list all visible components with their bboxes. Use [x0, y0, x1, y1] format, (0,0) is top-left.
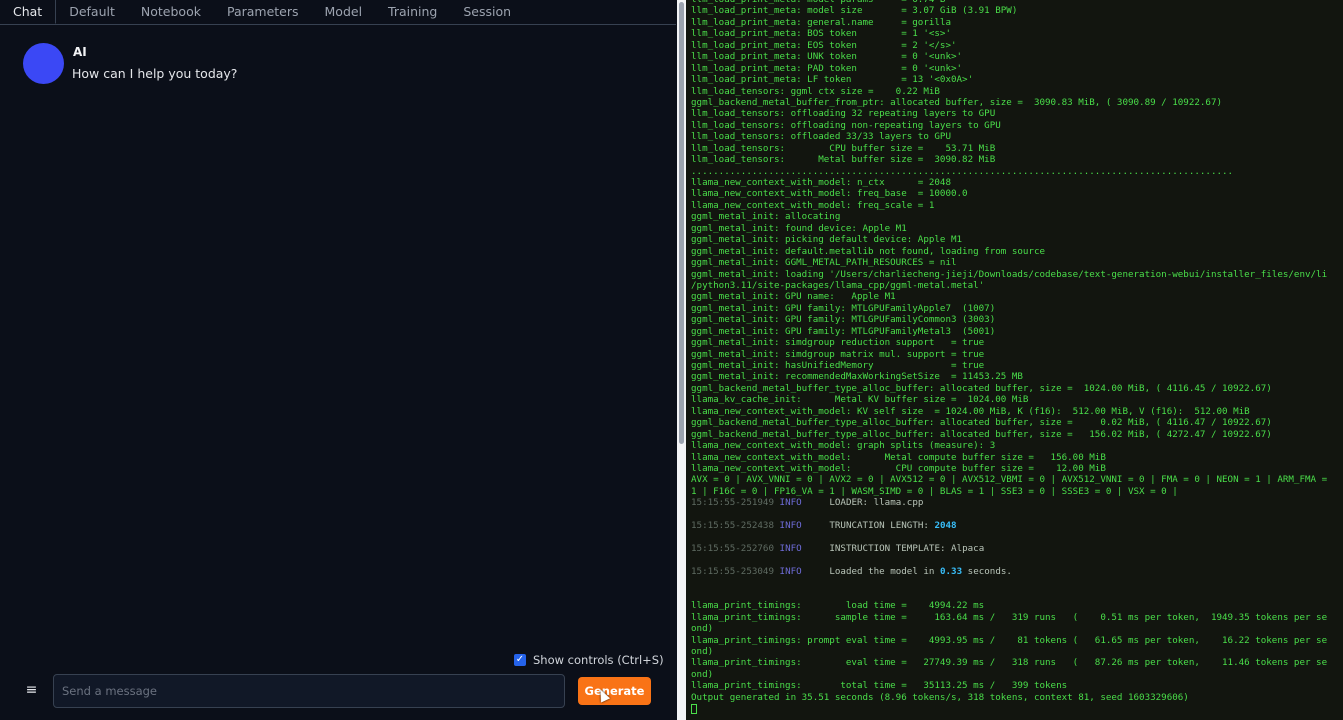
message-input[interactable] [53, 674, 565, 708]
terminal-line: llama_new_context_with_model: CPU comput… [691, 462, 1106, 474]
terminal-line: llama_new_context_with_model: Metal comp… [691, 451, 1106, 463]
log-timestamp: 15:15:55-251949 [691, 497, 774, 509]
log-suffix: seconds. [962, 565, 1012, 577]
terminal-line: ggml_metal_init: GPU family: MTLGPUFamil… [691, 325, 996, 337]
terminal-line: ggml_backend_metal_buffer_from_ptr: allo… [691, 96, 1223, 108]
generate-button[interactable]: Generate [578, 677, 651, 705]
tab-session[interactable]: Session [450, 0, 524, 24]
terminal-line: AVX = 0 | AVX_VNNI = 0 | AVX2 = 0 | AVX5… [691, 474, 1328, 486]
log-timestamp: 15:15:55-253049 [691, 565, 774, 577]
terminal-line: ggml_metal_init: picking default device:… [691, 234, 963, 246]
terminal-line: ggml_metal_init: loading '/Users/charlie… [691, 268, 1328, 280]
terminal-line: llama_new_context_with_model: n_ctx = 20… [691, 177, 951, 188]
terminal-line: llm_load_print_meta: model size = 3.07 G… [691, 5, 1018, 17]
terminal-prompt[interactable] [691, 703, 1343, 714]
log-message: LOADER: llama.cpp [829, 497, 924, 509]
terminal-line: ggml_backend_metal_buffer_type_alloc_buf… [691, 417, 1272, 429]
tab-chat[interactable]: Chat [0, 0, 57, 24]
show-controls-toggle[interactable]: ✓ Show controls (Ctrl+S) [514, 653, 664, 667]
menu-icon[interactable]: ≡ [25, 683, 38, 697]
log-level: INFO [779, 543, 802, 554]
terminal-line: Output generated in 35.51 seconds (8.96 … [691, 691, 1189, 703]
log-message: TRUNCATION LENGTH: [829, 520, 935, 532]
terminal-line: llm_load_tensors: ggml ctx size = 0.22 M… [691, 85, 940, 97]
terminal-line: llama_new_context_with_model: freq_base … [691, 188, 968, 200]
terminal-line: ggml_metal_init: GPU family: MTLGPUFamil… [691, 302, 996, 314]
log-level: INFO [779, 520, 802, 532]
show-controls-checkbox[interactable]: ✓ [514, 654, 526, 666]
show-controls-label: Show controls (Ctrl+S) [533, 653, 664, 667]
terminal-line: llama_print_timings: prompt eval time = … [691, 634, 1328, 646]
terminal-line: ggml_metal_init: simdgroup matrix mul. s… [691, 348, 985, 360]
tab-training[interactable]: Training [375, 0, 450, 24]
tab-model[interactable]: Model [312, 0, 376, 24]
terminal-line: llm_load_print_meta: BOS token = 1 '<s>' [691, 28, 951, 40]
terminal-line: llama_new_context_with_model: freq_scale… [691, 199, 935, 211]
terminal-line: llm_load_tensors: offloading 32 repeatin… [691, 108, 996, 120]
terminal-line: llm_load_tensors: offloading non-repeati… [691, 119, 1001, 131]
log-message: INSTRUCTION TEMPLATE: Alpaca [829, 543, 985, 554]
log-level: INFO [779, 497, 802, 509]
terminal-line: ggml_metal_init: default.metallib not fo… [691, 245, 1046, 257]
terminal-line: ond) [691, 645, 714, 657]
terminal-line: ggml_metal_init: found device: Apple M1 [691, 222, 907, 234]
message-text: How can I help you today? [72, 66, 238, 81]
terminal-line: llm_load_tensors: CPU buffer size = 53.7… [691, 142, 996, 154]
terminal-line: 15:15:55-252760 INFO INSTRUCTION TEMPLAT… [691, 543, 1343, 554]
terminal-line: ggml_metal_init: hasUnifiedMemory = true [691, 360, 985, 371]
terminal-line: llama_kv_cache_init: Metal KV buffer siz… [691, 394, 1029, 406]
chat-panel: Chat Default Notebook Parameters Model Traini… [0, 0, 676, 720]
terminal-line: llm_load_tensors: offloaded 33/33 layers… [691, 131, 951, 143]
terminal-line: llama_print_timings: sample time = 163.6… [691, 611, 1328, 623]
terminal-line: llm_load_print_meta: EOS token = 2 '</s>… [691, 39, 957, 51]
log-value: 2048 [934, 520, 957, 532]
terminal-line: ggml_metal_init: GGML_METAL_PATH_RESOURC… [691, 257, 957, 269]
ai-avatar [23, 43, 64, 84]
tab-bar: Chat Default Notebook Parameters Model Traini… [0, 0, 676, 25]
terminal-line: llm_load_print_meta: LF token = 13 '<0x0… [691, 74, 974, 86]
terminal-line: llama_print_timings: load time = 4994.22… [691, 600, 985, 612]
terminal-line: ond) [691, 623, 714, 635]
log-timestamp: 15:15:55-252760 [691, 543, 774, 554]
terminal-line: llama_print_timings: eval time = 27749.3… [691, 657, 1328, 669]
tab-default[interactable]: Default [56, 0, 128, 24]
terminal-line: llm_load_tensors: Metal buffer size = 30… [691, 154, 996, 166]
terminal-line: ggml_metal_init: allocating [691, 211, 841, 223]
tab-parameters[interactable]: Parameters [214, 0, 312, 24]
terminal-line: llm_load_print_meta: UNK token = 0 '<unk… [691, 51, 963, 63]
terminal-line: 15:15:55-253049 INFO Loaded the model in… [691, 566, 1343, 577]
terminal-line: ggml_metal_init: GPU name: Apple M1 [691, 291, 896, 303]
log-level: INFO [779, 565, 802, 577]
chat-scrollbar-thumb[interactable] [679, 2, 684, 444]
terminal-line: ggml_backend_metal_buffer_type_alloc_buf… [691, 428, 1272, 440]
terminal-cursor-icon [691, 703, 697, 714]
terminal-line: llama_new_context_with_model: KV self si… [691, 405, 1250, 417]
terminal-line: llama_new_context_with_model: graph spli… [691, 440, 996, 452]
log-message: Loaded the model in [829, 565, 940, 577]
terminal-line: ........................................… [691, 165, 1234, 177]
terminal-line: ggml_backend_metal_buffer_type_alloc_buf… [691, 382, 1272, 394]
terminal-lines: llm_load_print_meta: model params = 6.74… [691, 0, 1343, 715]
log-timestamp: 15:15:55-252438 [691, 520, 774, 532]
terminal-line: ggml_metal_init: simdgroup reduction sup… [691, 337, 985, 349]
terminal-line: ggml_metal_init: recommendedMaxWorkingSe… [691, 371, 1023, 383]
terminal-line: 15:15:55-251949 INFO LOADER: llama.cpp [691, 497, 1343, 508]
terminal-line: ond) [691, 668, 714, 680]
terminal-output: llm_load_print_meta: model params = 6.74… [686, 0, 1343, 720]
tab-notebook[interactable]: Notebook [128, 0, 214, 24]
terminal-line: 1 | F16C = 0 | FP16_VA = 1 | WASM_SIMD =… [691, 485, 1178, 497]
message-author: AI [73, 45, 87, 59]
terminal-line: llm_load_print_meta: PAD token = 0 '<unk… [691, 62, 963, 74]
terminal-line: llm_load_print_meta: general.name = gori… [691, 16, 951, 28]
terminal-line: ggml_metal_init: GPU family: MTLGPUFamil… [691, 314, 996, 326]
terminal-line: llama_print_timings: total time = 35113.… [691, 680, 1068, 692]
terminal-line: 15:15:55-252438 INFO TRUNCATION LENGTH: … [691, 520, 1343, 531]
terminal-line: /python3.11/site-packages/llama_cpp/ggml… [691, 279, 985, 291]
log-value: 0.33 [939, 565, 963, 577]
